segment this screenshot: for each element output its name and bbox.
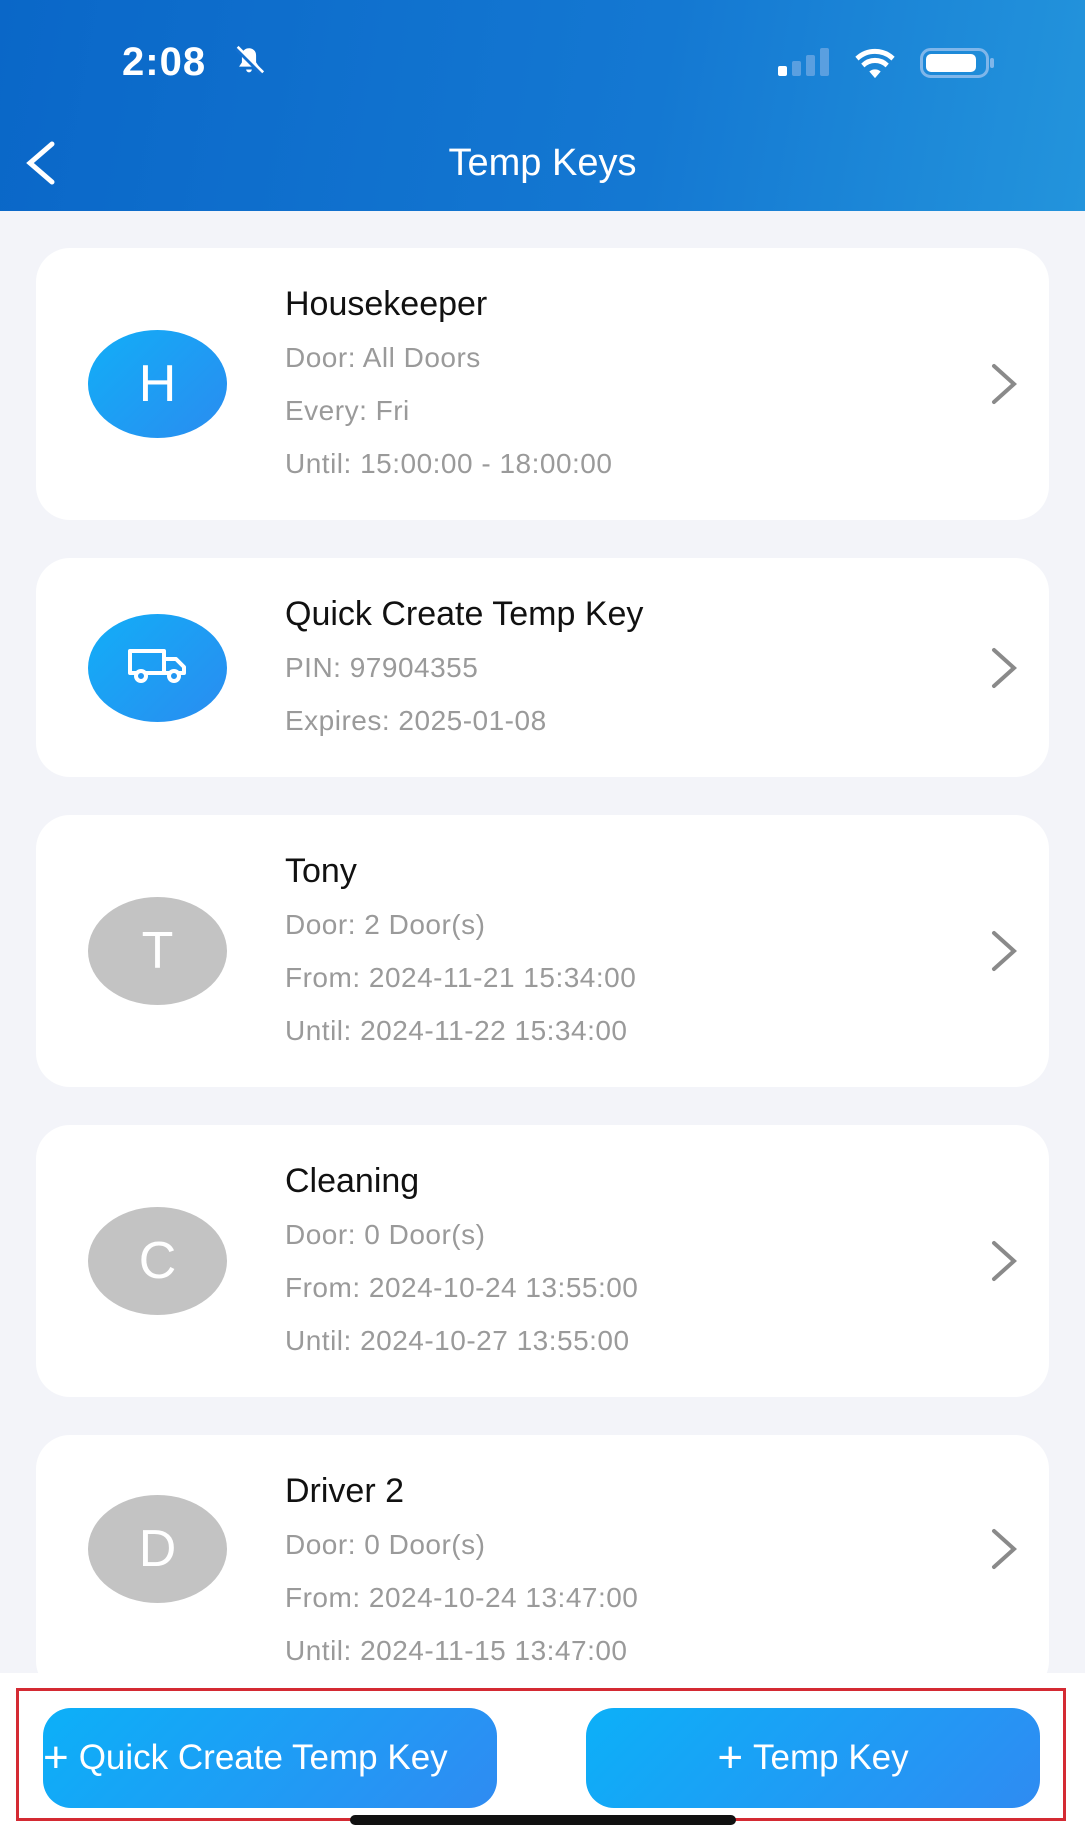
key-name: Quick Create Temp Key [285, 595, 644, 633]
temp-key-card[interactable]: Quick Create Temp Key PIN: 97904355 Expire… [36, 558, 1049, 777]
key-detail: Door: 2 Door(s) [285, 909, 486, 940]
bell-slash-icon [234, 45, 265, 76]
quick-create-temp-key-button[interactable]: + Quick Create Temp Key [43, 1708, 497, 1808]
key-name: Housekeeper [285, 285, 488, 323]
key-detail: From: 2024-11-21 15:34:00 [285, 962, 637, 993]
key-detail: Every: Fri [285, 395, 410, 426]
plus-icon: + [43, 1733, 69, 1782]
avatar-letter: D [138, 1520, 177, 1578]
key-detail: Door: 0 Door(s) [285, 1529, 486, 1560]
key-detail: From: 2024-10-24 13:47:00 [285, 1582, 639, 1613]
avatar: D [88, 1495, 227, 1603]
key-detail: Until: 2024-11-22 15:34:00 [285, 1015, 628, 1046]
avatar-letter: C [138, 1232, 177, 1290]
avatar: C [88, 1207, 227, 1315]
chevron-right-icon [992, 364, 1017, 404]
key-detail: Door: All Doors [285, 342, 481, 373]
key-detail: Until: 2024-11-15 13:47:00 [285, 1635, 628, 1666]
wifi-icon [855, 48, 895, 79]
key-detail: From: 2024-10-24 13:55:00 [285, 1272, 639, 1303]
chevron-right-icon [992, 1241, 1017, 1281]
temp-key-card[interactable]: D Driver 2 Door: 0 Door(s) From: 2024-10-24… [36, 1435, 1049, 1695]
chevron-right-icon [992, 647, 1017, 688]
avatar: T [88, 897, 227, 1005]
add-temp-key-button[interactable]: + Temp Key [586, 1708, 1040, 1808]
plus-icon: + [717, 1733, 744, 1782]
home-indicator [350, 1815, 736, 1825]
key-detail: Door: 0 Door(s) [285, 1219, 486, 1250]
temp-key-list: H Housekeeper Door: All Doors Every: Fri Unt… [36, 248, 1049, 1733]
key-detail: Expires: 2025-01-08 [285, 705, 547, 736]
temp-key-card[interactable]: C Cleaning Door: 0 Door(s) From: 2024-10-24… [36, 1125, 1049, 1397]
key-name: Driver 2 [285, 1472, 405, 1510]
key-name: Tony [285, 852, 357, 890]
key-detail: Until: 15:00:00 - 18:00:00 [285, 448, 613, 479]
page-title: Temp Keys [448, 142, 637, 184]
chevron-right-icon [992, 1529, 1017, 1569]
truck-icon [126, 638, 190, 698]
temp-key-card[interactable]: T Tony Door: 2 Door(s) From: 2024-11-21 15:… [36, 815, 1049, 1087]
nav-header: 2:08 Temp Keys [0, 0, 1085, 211]
button-label: Quick Create Temp Key [78, 1738, 448, 1777]
signal-icon [778, 48, 829, 76]
button-label: Temp Key [753, 1738, 909, 1777]
battery-icon [920, 48, 994, 78]
avatar-letter: H [138, 355, 177, 413]
key-detail: Until: 2024-10-27 13:55:00 [285, 1325, 630, 1356]
chevron-right-icon [992, 931, 1017, 971]
avatar [88, 613, 227, 722]
key-detail: PIN: 97904355 [285, 652, 479, 683]
key-name: Cleaning [285, 1162, 420, 1200]
status-time: 2:08 [122, 40, 207, 84]
avatar: H [88, 330, 227, 438]
temp-key-card[interactable]: H Housekeeper Door: All Doors Every: Fri Unt… [36, 248, 1049, 520]
avatar-letter: T [141, 922, 174, 980]
